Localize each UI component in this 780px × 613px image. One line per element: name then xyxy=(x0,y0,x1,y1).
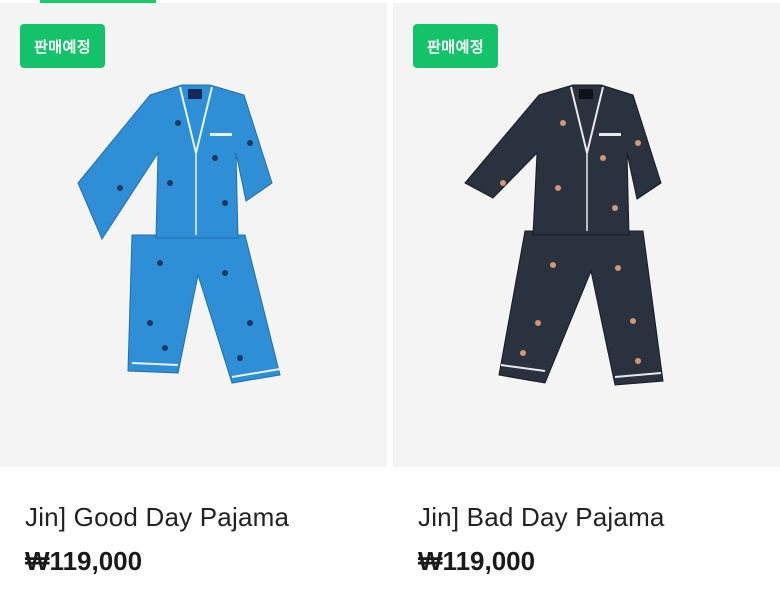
product-price: ₩119,000 xyxy=(418,546,536,576)
badge-upcoming-sale: 판매예정 xyxy=(413,24,499,68)
badge-upcoming-sale: 판매예정 xyxy=(20,24,106,68)
pajama-image-blue xyxy=(77,84,281,384)
product-card-good-day[interactable]: 판매예정 Jin] Good Day Pajama ₩119,000 xyxy=(0,0,387,613)
product-name[interactable]: Jin] Bad Day Pajama xyxy=(418,502,665,533)
product-image[interactable]: 판매예정 xyxy=(393,3,780,467)
product-card-bad-day[interactable]: 판매예정 Jin] Bad Day Pajama ₩119,000 xyxy=(393,0,780,613)
product-price: ₩119,000 xyxy=(25,546,143,576)
product-name[interactable]: Jin] Good Day Pajama xyxy=(25,502,289,533)
pajama-shirt xyxy=(464,84,662,236)
pajama-image-navy xyxy=(464,84,664,386)
product-image[interactable]: 판매예정 xyxy=(0,3,387,467)
pajama-pants xyxy=(127,234,281,384)
pajama-shirt xyxy=(77,84,273,241)
